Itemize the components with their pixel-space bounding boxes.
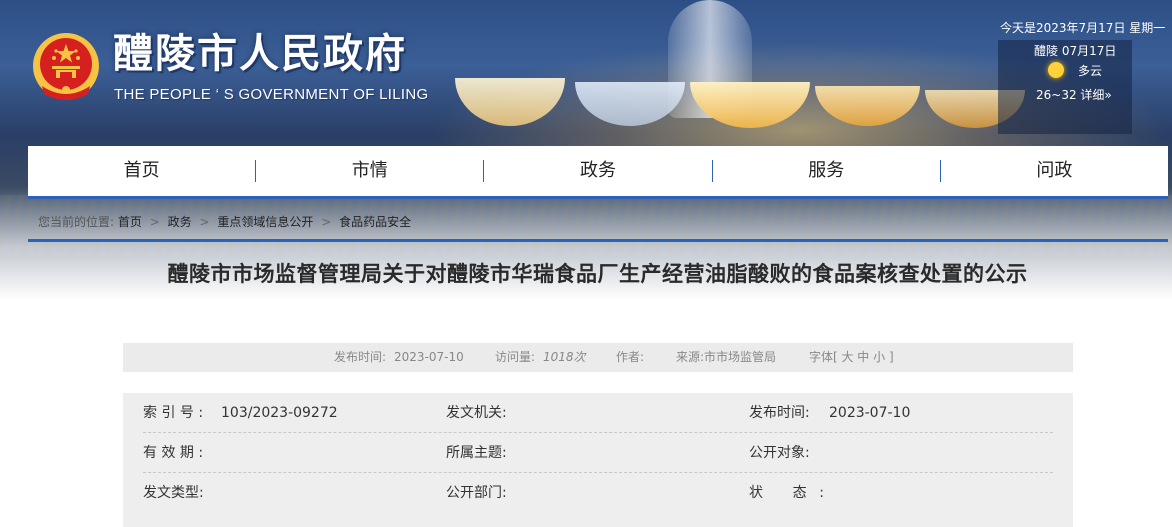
article-meta-bar: 发布时间: 2023-07-10 访问量: 1018次 作者: 来源:市市场监管… <box>123 343 1073 372</box>
publish-time-value: 2023-07-10 <box>829 405 911 421</box>
validity-label: 有 效 期 : <box>143 445 204 461</box>
document-type-label: 发文类型: <box>143 485 204 501</box>
site-subtitle: THE PEOPLE ‘ S GOVERNMENT OF LILING <box>114 86 429 103</box>
nav-item-home[interactable]: 首页 <box>28 160 257 182</box>
weather-widget[interactable]: 醴陵 07月17日 多云 26~32 详细» <box>998 40 1132 134</box>
main-nav: 首页 市情 政务 服务 问政 <box>28 146 1168 199</box>
weather-city-date: 醴陵 07月17日 <box>1034 44 1117 58</box>
nav-item-government-affairs[interactable]: 政务 <box>484 160 713 182</box>
breadcrumb-separator: > <box>321 215 332 229</box>
views-value: 1018次 <box>543 350 586 364</box>
status-label: 状 态: <box>749 485 837 501</box>
nav-item-services[interactable]: 服务 <box>713 160 941 182</box>
info-table-row: 索 引 号 : 103/2023-09272 发文机关: 发布时间: 2023-… <box>143 393 1053 433</box>
site-title[interactable]: 醴陵市人民政府 <box>113 30 407 78</box>
breadcrumb-separator: > <box>199 215 210 229</box>
views-label: 访问量: <box>495 350 536 364</box>
breadcrumb-item-food-drug-safety[interactable]: 食品药品安全 <box>339 215 411 229</box>
department-label: 公开部门: <box>446 485 507 501</box>
author-label: 作者: <box>616 350 645 364</box>
weather-condition: 多云 <box>1078 64 1103 78</box>
national-emblem-icon[interactable] <box>28 30 104 106</box>
publish-date-value: 2023-07-10 <box>394 350 464 364</box>
index-number-value: 103/2023-09272 <box>221 405 338 421</box>
info-table: 索 引 号 : 103/2023-09272 发文机关: 发布时间: 2023-… <box>123 393 1073 527</box>
article-title: 醴陵市市场监督管理局关于对醴陵市华瑞食品厂生产经营油脂酸败的食品案核查处置的公示 <box>167 262 1028 286</box>
breadcrumb-separator: > <box>149 215 160 229</box>
breadcrumb: 您当前的位置: 首页 > 政务 > 重点领域信息公开 > 食品药品安全 <box>28 206 1168 242</box>
info-table-row: 发文类型: 公开部门: 状 态: <box>143 473 1053 513</box>
index-number-label: 索 引 号 : <box>143 405 204 421</box>
nav-item-inquiry[interactable]: 问政 <box>941 160 1168 182</box>
subject-label: 所属主题: <box>446 445 507 461</box>
info-table-row: 有 效 期 : 所属主题: 公开对象: <box>143 433 1053 473</box>
nav-item-city-info[interactable]: 市情 <box>256 160 485 182</box>
publish-date-label: 发布时间: <box>334 350 387 364</box>
source-text: 来源:市市场监管局 <box>676 350 777 364</box>
issuing-authority-label: 发文机关: <box>446 405 507 421</box>
breadcrumb-lead: 您当前的位置: <box>38 215 115 229</box>
breadcrumb-item-key-areas[interactable]: 重点领域信息公开 <box>217 215 313 229</box>
audience-label: 公开对象: <box>749 445 810 461</box>
breadcrumb-item-affairs[interactable]: 政务 <box>168 215 192 229</box>
current-date: 今天是2023年7月17日 星期一 <box>1000 21 1166 35</box>
partly-cloudy-icon <box>1048 62 1064 78</box>
font-size-control[interactable]: 字体[ 大 中 小 ] <box>809 343 894 372</box>
weather-temperature-link[interactable]: 26~32 详细» <box>1036 86 1112 103</box>
breadcrumb-item-home[interactable]: 首页 <box>118 215 142 229</box>
publish-time-label: 发布时间: <box>749 405 810 421</box>
